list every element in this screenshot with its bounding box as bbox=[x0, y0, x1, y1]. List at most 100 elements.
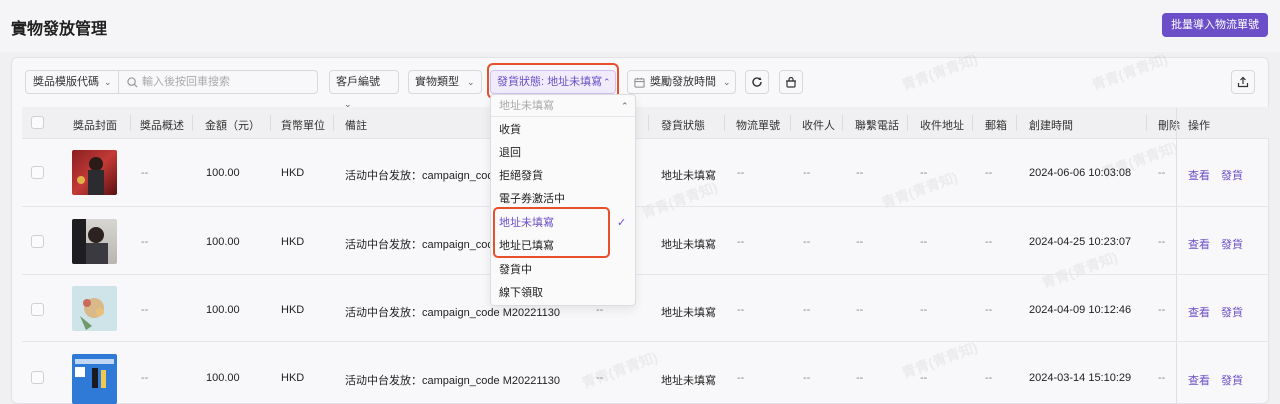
dropdown-option[interactable]: 發貨中 bbox=[491, 259, 635, 282]
column-header: 物流單號 bbox=[736, 120, 780, 132]
ship-link[interactable]: 發貨 bbox=[1221, 372, 1243, 388]
deleted-cell: -- bbox=[1158, 167, 1166, 179]
column-header: 獎品概述 bbox=[140, 120, 184, 132]
column-header: 金額（元） bbox=[205, 120, 260, 132]
column-divider bbox=[907, 115, 908, 131]
column-divider bbox=[270, 115, 271, 131]
row-checkbox[interactable] bbox=[31, 235, 44, 248]
search-field-select[interactable]: 獎品模版代碼 ⌄ bbox=[26, 71, 119, 93]
created-cell: 2024-04-25 10:23:07 bbox=[1029, 236, 1132, 248]
options-highlight bbox=[493, 207, 610, 258]
refresh-button[interactable] bbox=[745, 70, 769, 94]
currency-cell: HKD bbox=[281, 304, 305, 316]
dropdown-option[interactable]: 線下領取 bbox=[491, 282, 635, 305]
deleted-cell: -- bbox=[1158, 304, 1166, 316]
chevron-down-icon: ⌄ bbox=[723, 77, 731, 87]
prize-thumbnail[interactable] bbox=[72, 286, 117, 331]
created-cell: 2024-04-09 10:12:46 bbox=[1029, 304, 1132, 316]
email-cell: -- bbox=[985, 236, 993, 248]
column-header: 貨幣單位 bbox=[281, 120, 325, 132]
email-cell: -- bbox=[985, 167, 993, 179]
ship-link[interactable]: 發貨 bbox=[1221, 167, 1243, 183]
amount-cell: 100.00 bbox=[206, 167, 240, 179]
column-divider bbox=[1016, 115, 1017, 131]
row-checkbox[interactable] bbox=[31, 166, 44, 179]
reward-time-filter[interactable]: 獎勵發放時間 ⌄ bbox=[627, 70, 736, 94]
export-button[interactable] bbox=[1231, 70, 1255, 94]
created-cell: 2024-06-06 10:03:08 bbox=[1029, 167, 1132, 179]
prize-thumbnail[interactable] bbox=[72, 219, 117, 264]
check-icon: ✓ bbox=[617, 217, 627, 229]
page-title: 實物發放管理 bbox=[11, 21, 108, 38]
page-header: 實物發放管理 批量導入物流單號 bbox=[0, 0, 1280, 52]
lock-icon bbox=[786, 76, 796, 88]
view-link[interactable]: 查看 bbox=[1188, 304, 1210, 320]
dropdown-search-input[interactable]: 地址未填寫 ⌃ bbox=[491, 95, 635, 117]
address-cell: -- bbox=[920, 236, 928, 248]
calendar-icon bbox=[634, 77, 645, 88]
deleted-cell: -- bbox=[1158, 372, 1166, 384]
row-checkbox[interactable] bbox=[31, 303, 44, 316]
column-header: 聯繫電話 bbox=[855, 120, 899, 132]
ship-link[interactable]: 發貨 bbox=[1221, 236, 1243, 252]
phone-cell: -- bbox=[856, 167, 864, 179]
column-header: 收件地址 bbox=[920, 120, 964, 132]
view-link[interactable]: 查看 bbox=[1188, 372, 1210, 388]
status-cell: 地址未填寫 bbox=[661, 170, 716, 182]
column-divider bbox=[972, 115, 973, 131]
remark-cell: 活动中台发放：campaign_code M20221130 bbox=[345, 307, 561, 319]
recipient-cell: -- bbox=[803, 304, 811, 316]
row-checkbox[interactable] bbox=[31, 371, 44, 384]
dropdown-option[interactable]: 收貨 bbox=[491, 119, 635, 142]
ship-link[interactable]: 發貨 bbox=[1221, 304, 1243, 320]
search-icon bbox=[127, 77, 138, 88]
column-header: 收件人 bbox=[802, 120, 835, 132]
row-divider bbox=[22, 206, 1269, 207]
status-cell: 地址未填寫 bbox=[661, 307, 716, 319]
view-link[interactable]: 查看 bbox=[1188, 236, 1210, 252]
currency-cell: HKD bbox=[281, 372, 305, 384]
prize-thumbnail[interactable] bbox=[72, 354, 117, 404]
view-link[interactable]: 查看 bbox=[1188, 167, 1210, 183]
status-cell: 地址未填寫 bbox=[661, 375, 716, 387]
deleted-cell: -- bbox=[1158, 236, 1166, 248]
prize-thumbnail[interactable] bbox=[72, 150, 117, 195]
batch-import-tracking-button[interactable]: 批量導入物流單號 bbox=[1162, 13, 1268, 37]
customer-code-filter[interactable]: 客戶編號⌄ bbox=[329, 70, 399, 109]
column-header: 發貨狀態 bbox=[661, 120, 705, 132]
remark-cell: 活动中台发放：campaign_code bbox=[345, 170, 500, 182]
amount-cell: 100.00 bbox=[206, 304, 240, 316]
address-cell: -- bbox=[920, 167, 928, 179]
chevron-up-icon: ⌃ bbox=[621, 101, 629, 111]
summary-cell: -- bbox=[141, 372, 149, 384]
prize-image bbox=[77, 157, 104, 195]
select-all-checkbox[interactable] bbox=[31, 116, 44, 129]
prize-image bbox=[72, 219, 108, 264]
search-group: 獎品模版代碼 ⌄ 輸入後按回車搜索 bbox=[25, 70, 318, 94]
status-cell: 地址未填寫 bbox=[661, 239, 716, 251]
prize-image bbox=[80, 298, 104, 330]
export-icon bbox=[1237, 76, 1249, 88]
refresh-icon bbox=[752, 77, 762, 87]
item-type-filter[interactable]: 實物類型 ⌄ bbox=[408, 70, 482, 94]
summary-cell: -- bbox=[141, 236, 149, 248]
dropdown-option[interactable]: 退回 bbox=[491, 142, 635, 165]
phone-cell: -- bbox=[856, 236, 864, 248]
remark-cell: 活动中台发放：campaign_code bbox=[345, 239, 500, 251]
currency-cell: HKD bbox=[281, 236, 305, 248]
amount-cell: 100.00 bbox=[206, 236, 240, 248]
mid-cell: -- bbox=[596, 372, 604, 384]
chevron-down-icon: ⌄ bbox=[467, 77, 475, 87]
column-header: 操作 bbox=[1188, 120, 1210, 132]
clear-filters-button[interactable] bbox=[779, 70, 803, 94]
amount-cell: 100.00 bbox=[206, 372, 240, 384]
recipient-cell: -- bbox=[803, 167, 811, 179]
dropdown-option[interactable]: 拒絕發貨 bbox=[491, 165, 635, 188]
search-input[interactable]: 輸入後按回車搜索 bbox=[124, 71, 314, 93]
tracking-cell: -- bbox=[737, 236, 745, 248]
summary-cell: -- bbox=[141, 167, 149, 179]
email-cell: -- bbox=[985, 304, 993, 316]
tracking-cell: -- bbox=[737, 304, 745, 316]
phone-cell: -- bbox=[856, 304, 864, 316]
created-cell: 2024-03-14 15:10:29 bbox=[1029, 372, 1132, 384]
